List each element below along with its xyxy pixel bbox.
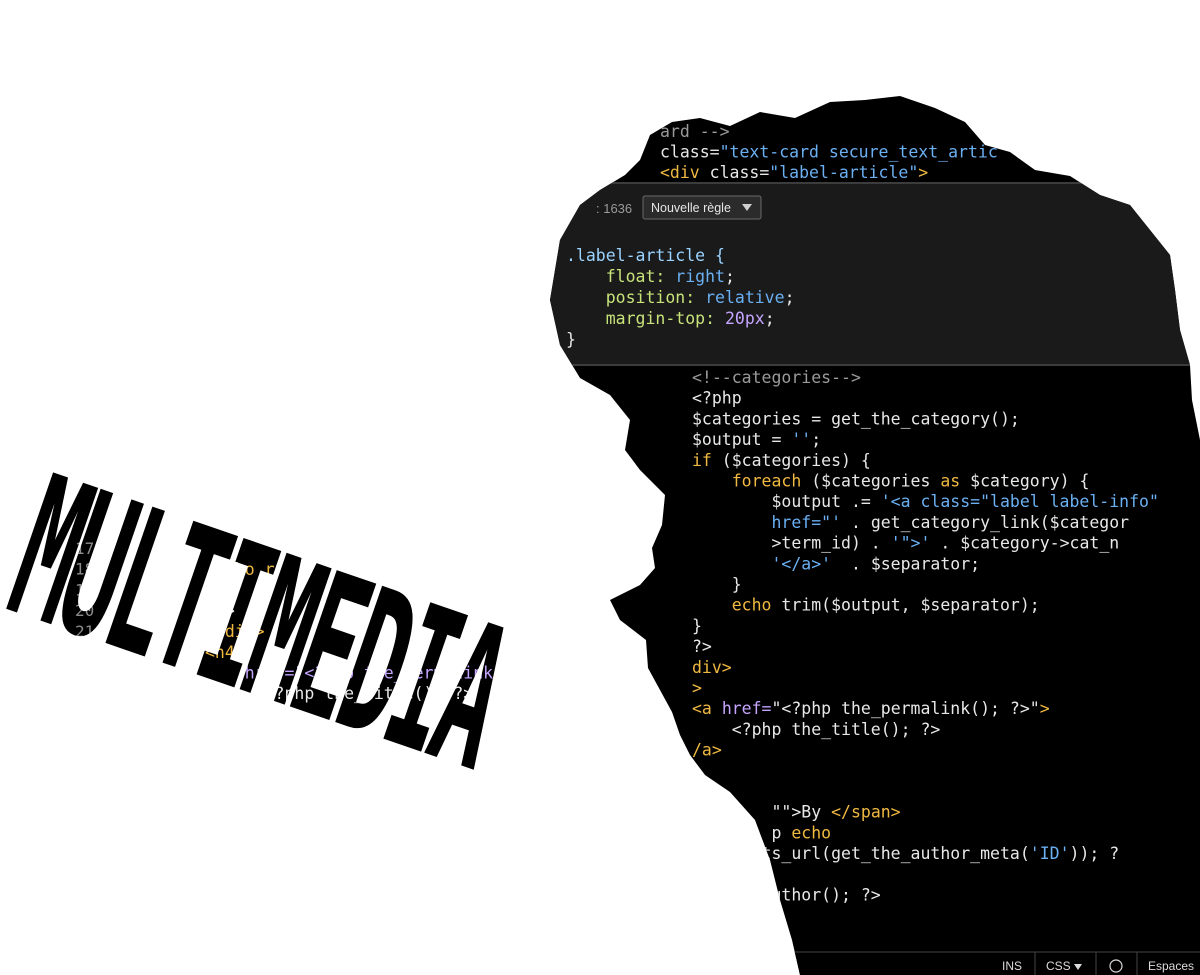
code-line: $output = ''; (692, 430, 821, 449)
code-line: <?php (692, 389, 742, 408)
code-line: href="<?php the_permalink(); ?> (205, 664, 553, 683)
code-line: </div> (205, 622, 265, 641)
code-line: foreach ($categories as $category) { (692, 472, 1089, 491)
code-line: if ($categories) { (692, 451, 871, 470)
code-line: ard --> (660, 122, 730, 141)
code-line: <div class="label-article"> (660, 163, 928, 182)
line-number: 21 (75, 622, 94, 641)
code-line: >term_id) . '">' . $category->cat_n (692, 534, 1119, 553)
code-line: _author(); ?> (692, 886, 881, 905)
css-line: .label-article { (566, 246, 725, 265)
line-number: 18 (75, 560, 94, 579)
code-line: <a href="<?php the_permalink(); ?>"> (692, 699, 1050, 718)
code-line: cho r (205, 560, 275, 579)
code-line: <a href="<?php echo (205, 788, 433, 807)
code-line: <span class="">By </span> (205, 767, 493, 786)
code-line: echo trim($output, $separator); (692, 596, 1040, 615)
code-line: > (205, 601, 235, 620)
css-line: margin-top: 20px; (566, 309, 775, 328)
code-line: "> (205, 829, 265, 848)
status-bar (780, 951, 1200, 975)
code-line: } (692, 616, 702, 635)
artwork: MULTIMEDIA ard -->class="text-card secur… (0, 96, 1200, 975)
code-line: /a> (692, 741, 722, 760)
code-line: <?php the_title(); ?> (692, 720, 940, 739)
code-line: p echo (692, 823, 831, 842)
multimedia-headline: 161718192021222324 cho r > ></div><h4> h… (0, 435, 553, 848)
code-line: '</a>' . $separator; (692, 554, 980, 573)
ins-indicator[interactable]: INS (1002, 959, 1022, 973)
code-line: href="' . get_category_link($categor (692, 513, 1129, 532)
code-line: } (692, 575, 742, 594)
code-line: /h4> (205, 726, 245, 745)
css-line: position: relative; (566, 288, 795, 307)
line-number: 22 (75, 643, 94, 662)
code-line: ?> (692, 637, 712, 656)
line-number: 24 (75, 684, 94, 703)
code-line: > (692, 679, 702, 698)
code-line: $categories = get_the_category(); (692, 409, 1020, 428)
code-line: <!--categories--> (692, 368, 861, 387)
code-line: > (205, 705, 235, 724)
quick-edit-panel: .label-article { float: right; position:… (550, 182, 1200, 366)
line-number: 19 (75, 580, 94, 599)
code-line: sts_url(get_the_author_meta('ID')); ? (692, 844, 1119, 863)
code-line: get_author_posts (205, 808, 404, 827)
indent-selector[interactable]: Espaces (1148, 959, 1194, 973)
line-number: 16 (75, 455, 94, 474)
code-line: <?php the_title(); ?> (205, 684, 473, 703)
css-line: float: right; (566, 267, 735, 286)
code-line: 5> (205, 746, 225, 765)
line-number: 17 (75, 539, 94, 558)
new-rule-button[interactable]: Nouvelle règle (642, 195, 762, 220)
code-line: "">By </span> (692, 803, 901, 822)
line-ref: : 1636 (596, 201, 632, 216)
new-rule-label: Nouvelle règle (651, 201, 731, 215)
line-number: 23 (75, 663, 94, 682)
css-line: } (566, 330, 576, 349)
code-line: <h4> (205, 643, 245, 662)
language-selector[interactable]: CSS (1046, 959, 1071, 973)
code-line: $output .= '<a class="label label-info" (692, 492, 1159, 511)
code-line: > (205, 581, 235, 600)
code-line: div> (692, 658, 732, 677)
code-line: class="text-card secure_text_artic (660, 143, 998, 162)
line-number: 20 (75, 601, 94, 620)
